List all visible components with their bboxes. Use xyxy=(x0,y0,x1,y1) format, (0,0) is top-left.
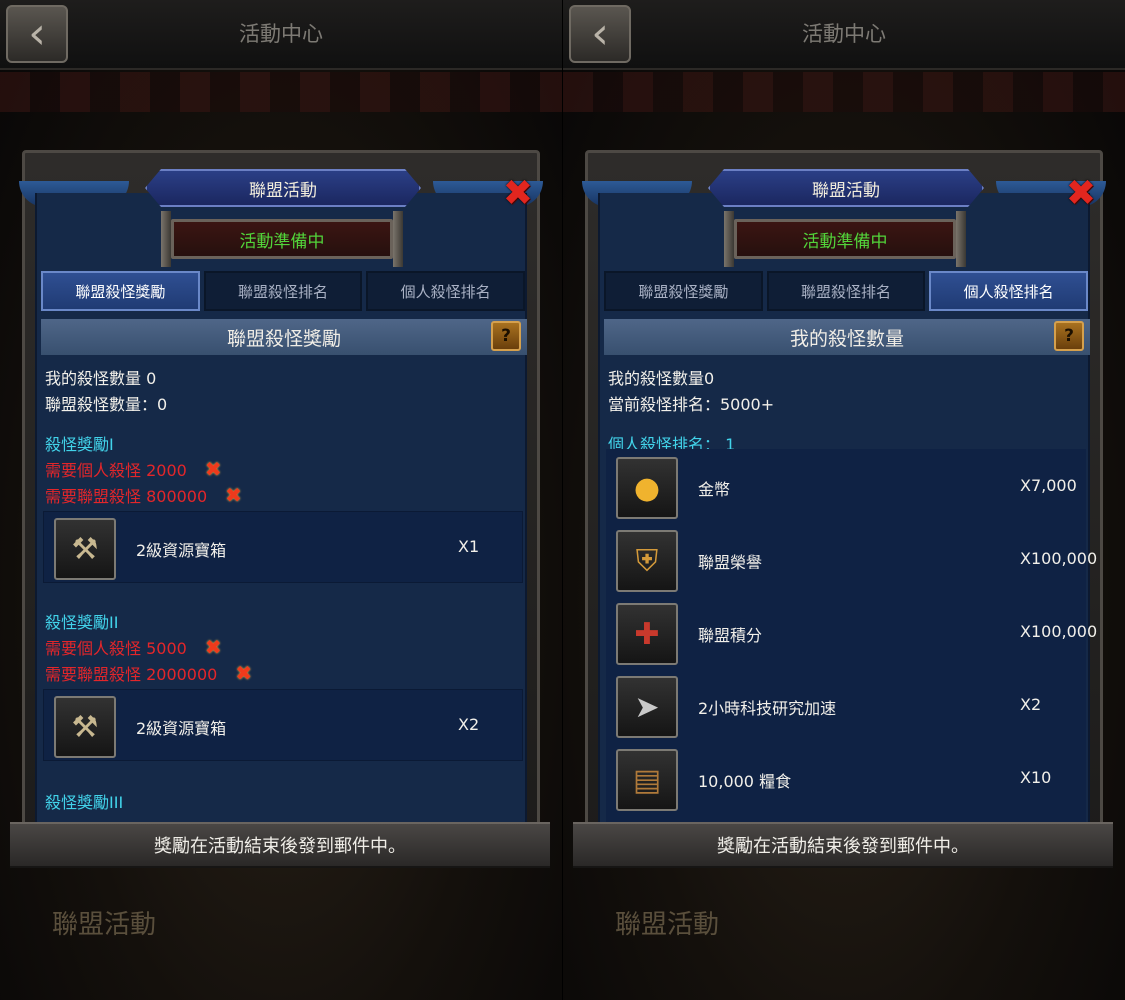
reward-quantity: X100,000 xyxy=(1020,622,1098,641)
event-panel: 聯盟活動 ✖ 活動準備中 聯盟殺怪獎勵 聯盟殺怪排名 個人殺怪排名 聯盟殺怪獎勵… xyxy=(19,150,543,840)
food-crate-icon: ▤ xyxy=(616,749,678,811)
reward-row: ⛨ 聯盟榮譽 X100,000 xyxy=(606,524,1097,596)
close-icon: ✖ xyxy=(502,173,534,214)
section-header: 聯盟殺怪獎勵 ? xyxy=(41,319,527,355)
help-button[interactable]: ? xyxy=(1054,321,1084,351)
screen-alliance-kill-rewards: ‹ 活動中心 聯盟活動 聯盟活動 ✖ 活動準備中 聯盟殺怪獎勵 聯盟殺怪排名 個… xyxy=(0,0,562,1000)
reward-name: 聯盟積分 xyxy=(698,626,763,645)
resource-chest-icon: ⚒ xyxy=(54,518,116,580)
reward-quantity: X2 xyxy=(1020,695,1042,714)
close-button[interactable]: ✖ xyxy=(1064,176,1098,212)
requirement-text: 需要個人殺怪 2000 xyxy=(45,461,187,480)
background-label: 聯盟活動 xyxy=(52,910,157,940)
footer-notice: 獎勵在活動結束後發到郵件中。 xyxy=(10,822,550,868)
plate-post-left xyxy=(161,211,171,267)
section-title: 聯盟殺怪獎勵 xyxy=(226,327,341,350)
reward-name: 2小時科技研究加速 xyxy=(698,699,837,718)
my-kill-count: 我的殺怪數量 0 xyxy=(45,369,157,388)
footer-notice: 獎勵在活動結束後發到郵件中。 xyxy=(573,822,1113,868)
tab-bar: 聯盟殺怪獎勵 聯盟殺怪排名 個人殺怪排名 xyxy=(604,271,1089,311)
tier-2-requirement-alliance: 需要聯盟殺怪 2000000 ✖ xyxy=(45,661,252,685)
reward-row: ➤ 2小時科技研究加速 X2 xyxy=(606,670,1086,742)
page-title: 活動中心 xyxy=(802,22,886,46)
tab-bar: 聯盟殺怪獎勵 聯盟殺怪排名 個人殺怪排名 xyxy=(41,271,526,311)
top-bar: ‹ 活動中心 xyxy=(563,0,1125,70)
section-title: 我的殺怪數量 xyxy=(789,327,904,350)
reward-name: 聯盟榮譽 xyxy=(698,553,763,572)
requirement-text: 需要聯盟殺怪 800000 xyxy=(45,487,208,506)
question-icon: ? xyxy=(501,326,511,346)
requirement-text: 需要個人殺怪 5000 xyxy=(45,639,187,658)
alliance-kill-count: 聯盟殺怪數量：0 xyxy=(45,395,168,414)
tier-1-requirement-personal: 需要個人殺怪 2000 ✖ xyxy=(45,457,222,481)
unmet-x-icon: ✖ xyxy=(204,457,222,481)
resource-chest-icon: ⚒ xyxy=(54,696,116,758)
tier-1-requirement-alliance: 需要聯盟殺怪 800000 ✖ xyxy=(45,483,242,507)
reward-quantity: X2 xyxy=(458,715,480,734)
top-bar: ‹ 活動中心 xyxy=(0,0,562,70)
reward-row: ▤ 10,000 糧食 X10 xyxy=(606,743,1086,815)
tab-personal-kill-ranking[interactable]: 個人殺怪排名 xyxy=(929,271,1089,311)
tab-alliance-kill-ranking[interactable]: 聯盟殺怪排名 xyxy=(203,271,363,311)
background-label: 聯盟活動 xyxy=(615,910,720,940)
tab-alliance-kill-rewards[interactable]: 聯盟殺怪獎勵 xyxy=(41,271,200,311)
reward-name: 2級資源寶箱 xyxy=(136,719,227,738)
reward-quantity: X100,000 xyxy=(1020,549,1098,568)
unmet-x-icon: ✖ xyxy=(235,661,253,685)
tier-3-title: 殺怪獎勵III xyxy=(45,793,124,812)
tier-2-title: 殺怪獎勵II xyxy=(45,613,119,632)
my-kill-count: 我的殺怪數量0 xyxy=(608,369,715,388)
reward-quantity: X10 xyxy=(1020,768,1052,787)
panel-title: 聯盟活動 xyxy=(708,169,984,207)
tier-1-reward-row: ⚒ 2級資源寶箱 X1 xyxy=(43,511,523,583)
unmet-x-icon: ✖ xyxy=(204,635,222,659)
reward-name: 金幣 xyxy=(698,480,731,499)
unmet-x-icon: ✖ xyxy=(225,483,242,507)
plate-post-left xyxy=(724,211,734,267)
plate-post-right xyxy=(956,211,966,267)
close-icon: ✖ xyxy=(1065,173,1097,214)
alliance-points-icon: ✚ xyxy=(616,603,678,665)
reward-quantity: X7,000 xyxy=(1020,476,1077,495)
event-status: 活動準備中 xyxy=(171,219,393,259)
event-status: 活動準備中 xyxy=(734,219,956,259)
research-speedup-icon: ➤ xyxy=(616,676,678,738)
alliance-honor-icon: ⛨ xyxy=(616,530,678,592)
tab-personal-kill-ranking[interactable]: 個人殺怪排名 xyxy=(366,271,526,311)
question-icon: ? xyxy=(1064,326,1074,346)
tier-2-requirement-personal: 需要個人殺怪 5000 ✖ xyxy=(45,635,222,659)
screen-personal-kill-ranking: ‹ 活動中心 聯盟活動 聯盟活動 ✖ 活動準備中 聯盟殺怪獎勵 聯盟殺怪排名 個… xyxy=(563,0,1125,1000)
plate-post-right xyxy=(393,211,403,267)
reward-name: 2級資源寶箱 xyxy=(136,541,227,560)
rank-reward-list: ● 金幣 X7,000 ⛨ 聯盟榮譽 X100,000 ✚ 聯盟積分 X100,… xyxy=(606,449,1097,829)
tab-alliance-kill-rewards[interactable]: 聯盟殺怪獎勵 xyxy=(604,271,763,311)
reward-row: ● 金幣 X7,000 xyxy=(606,451,1086,523)
requirement-text: 需要聯盟殺怪 2000000 xyxy=(45,665,218,684)
panel-title: 聯盟活動 xyxy=(145,169,421,207)
tier-2-reward-row: ⚒ 2級資源寶箱 X2 xyxy=(43,689,523,761)
close-button[interactable]: ✖ xyxy=(501,176,535,212)
reward-quantity: X1 xyxy=(458,537,480,556)
page-title: 活動中心 xyxy=(239,22,323,46)
background-curtain xyxy=(563,72,1125,112)
current-kill-rank: 當前殺怪排名：5000+ xyxy=(608,395,775,414)
section-header: 我的殺怪數量 ? xyxy=(604,319,1090,355)
tab-alliance-kill-ranking[interactable]: 聯盟殺怪排名 xyxy=(766,271,926,311)
event-panel: 聯盟活動 ✖ 活動準備中 聯盟殺怪獎勵 聯盟殺怪排名 個人殺怪排名 我的殺怪數量… xyxy=(582,150,1106,840)
background-curtain xyxy=(0,72,562,112)
tier-1-title: 殺怪獎勵I xyxy=(45,435,114,454)
gold-coin-icon: ● xyxy=(616,457,678,519)
reward-name: 10,000 糧食 xyxy=(698,772,792,791)
reward-row: ✚ 聯盟積分 X100,000 xyxy=(606,597,1097,669)
help-button[interactable]: ? xyxy=(491,321,521,351)
